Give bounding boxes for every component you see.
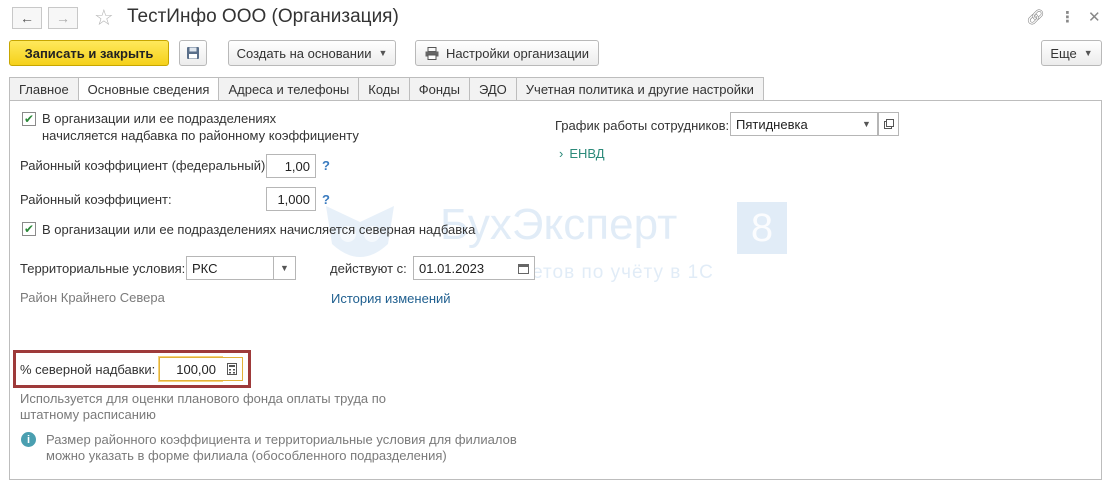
tab-edo[interactable]: ЭДО (469, 77, 517, 101)
effective-date-label: действуют с: (330, 261, 407, 276)
territorial-select[interactable]: РКС (186, 256, 274, 280)
coef-federal-input[interactable]: 1,00 (266, 154, 316, 178)
save-and-close-button[interactable]: Записать и закрыть (9, 40, 169, 66)
regional-checkbox-label-line2: начисляется надбавка по районному коэффи… (42, 128, 359, 143)
territorial-label: Территориальные условия: (20, 261, 186, 276)
envd-section-toggle[interactable]: › ЕНВД (559, 146, 605, 161)
regional-coefficient-checkbox[interactable]: ✔ (22, 112, 36, 126)
page-title: ТестИнфо ООО (Организация) (127, 6, 399, 27)
close-icon[interactable]: ✕ (1088, 8, 1101, 26)
info-text-line2: можно указать в форме филиала (обособлен… (46, 448, 447, 463)
coef-input[interactable]: 1,000 (266, 187, 316, 211)
regional-checkbox-label-line1: В организации или ее подразделениях (42, 111, 277, 126)
territory-description: Район Крайнего Севера (20, 290, 165, 305)
tab-content-panel (9, 100, 1102, 480)
chevron-down-icon: ▼ (1083, 48, 1093, 58)
watermark-badge: 8 (737, 202, 787, 254)
arrow-left-icon: ← (20, 10, 34, 26)
north-percent-label: % северной надбавки: (20, 362, 156, 377)
calendar-icon (518, 263, 529, 274)
coef-federal-label: Районный коэффициент (федеральный): (20, 158, 269, 173)
floppy-disk-icon (187, 47, 199, 59)
more-vertical-icon[interactable]: ⋮ (1060, 8, 1075, 26)
schedule-select[interactable]: Пятидневка (730, 112, 858, 136)
organization-settings-button[interactable]: Настройки организации (415, 40, 599, 66)
schedule-dropdown-button[interactable]: ▼ (856, 112, 878, 136)
star-icon[interactable]: ☆ (94, 5, 114, 31)
calculator-button[interactable] (221, 357, 243, 381)
tab-addresses-phones[interactable]: Адреса и телефоны (219, 77, 360, 101)
history-link[interactable]: История изменений (331, 291, 451, 306)
tab-funds[interactable]: Фонды (409, 77, 470, 101)
envd-label: ЕНВД (569, 146, 605, 161)
north-percent-input[interactable]: 100,00 (159, 357, 222, 381)
tab-accounting-policy[interactable]: Учетная политика и другие настройки (516, 77, 764, 101)
calendar-button[interactable] (513, 256, 535, 280)
help-icon[interactable]: ? (322, 192, 330, 207)
watermark-brand: БухЭксперт (440, 200, 678, 249)
calculator-icon (226, 363, 237, 375)
save-button[interactable] (179, 40, 207, 66)
effective-date-input[interactable]: 01.01.2023 (413, 256, 515, 280)
help-icon[interactable]: ? (322, 158, 330, 173)
schedule-open-button[interactable] (878, 112, 899, 136)
create-based-on-button[interactable]: Создать на основании ▼ (228, 40, 396, 66)
back-button[interactable]: ← (12, 7, 42, 29)
tab-basic-info[interactable]: Основные сведения (78, 77, 220, 101)
tab-codes[interactable]: Коды (359, 77, 410, 101)
north-checkbox-label: В организации или ее подразделениях начи… (42, 222, 476, 237)
more-label: Еще (1050, 45, 1077, 61)
info-text-line1: Размер районного коэффициента и территор… (46, 432, 517, 447)
north-percent-note-line2: штатному расписанию (20, 407, 156, 422)
chevron-down-icon: ▼ (280, 263, 289, 273)
chevron-down-icon: ▼ (862, 119, 871, 129)
tab-bar: Главное Основные сведения Адреса и телеф… (9, 77, 764, 101)
printer-icon (425, 46, 439, 60)
organization-settings-label: Настройки организации (445, 45, 590, 61)
tab-main[interactable]: Главное (9, 77, 79, 101)
territorial-dropdown-button[interactable]: ▼ (274, 256, 296, 280)
arrow-right-icon: → (56, 10, 70, 26)
north-percent-note-line1: Используется для оценки планового фонда … (20, 391, 387, 406)
north-allowance-checkbox[interactable]: ✔ (22, 222, 36, 236)
chevron-right-icon: › (559, 146, 564, 161)
link-icon[interactable]: 🔗︎ (1026, 8, 1045, 26)
create-based-on-label: Создать на основании (236, 45, 372, 61)
coef-label: Районный коэффициент: (20, 192, 172, 207)
forward-button[interactable]: → (48, 7, 78, 29)
info-icon: i (21, 432, 36, 447)
more-button[interactable]: Еще ▼ (1041, 40, 1102, 66)
open-item-icon (883, 119, 894, 129)
schedule-label: График работы сотрудников: (555, 118, 730, 133)
chevron-down-icon: ▼ (378, 48, 388, 58)
